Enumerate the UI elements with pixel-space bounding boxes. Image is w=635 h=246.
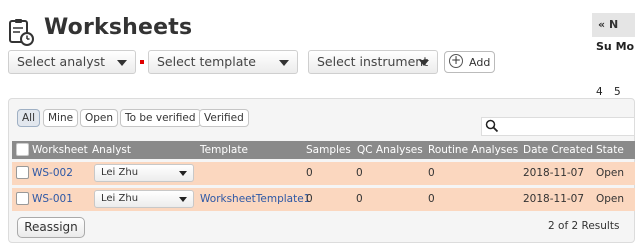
date-created: 2018-11-07 <box>523 167 585 179</box>
add-button-label: Add <box>469 56 491 69</box>
analyst-row-select[interactable]: Lei Zhu <box>94 164 194 182</box>
column-header-qc-analyses[interactable]: QC Analyses <box>357 144 423 156</box>
routine-analyses-count: 0 <box>428 167 435 179</box>
filter-verified-button[interactable]: Verified <box>199 109 249 127</box>
analyst-row-select-value: Lei Zhu <box>101 167 139 178</box>
results-count: 2 of 2 Results <box>548 220 620 232</box>
analyst-row-select[interactable]: Lei Zhu <box>94 190 194 208</box>
required-marker <box>140 60 144 64</box>
calendar-day[interactable]: 4 <box>596 86 614 98</box>
state-value: Open <box>596 167 625 179</box>
column-header-routine-analyses[interactable]: Routine Analyses <box>428 144 518 156</box>
template-select[interactable]: Select template <box>148 50 298 74</box>
instrument-select-label: Select instrument <box>317 54 429 69</box>
samples-count: 0 <box>306 167 313 179</box>
chevron-down-icon <box>117 60 127 66</box>
template-select-label: Select template <box>157 54 256 69</box>
calendar-month-label: N <box>608 18 619 31</box>
analyst-select[interactable]: Select analyst <box>8 50 136 74</box>
plus-circle-icon: + <box>449 53 463 68</box>
analyst-select-label: Select analyst <box>17 54 106 69</box>
state-value: Open <box>596 193 625 205</box>
column-header-state[interactable]: State <box>596 144 624 156</box>
page-title: Worksheets <box>44 15 193 40</box>
search-icon <box>485 119 499 133</box>
reassign-button[interactable]: Reassign <box>17 217 85 238</box>
filter-to-be-verified-button[interactable]: To be verified <box>120 109 201 127</box>
column-header-analyst[interactable]: Analyst <box>92 144 131 156</box>
table-row[interactable]: WS-002 Lei Zhu 0 0 0 2018-11-07 Open <box>12 162 635 185</box>
filter-open-button[interactable]: Open <box>80 109 119 127</box>
routine-analyses-count: 0 <box>428 193 435 205</box>
chevron-down-icon <box>179 171 187 176</box>
column-header-worksheet[interactable]: Worksheet <box>32 144 88 156</box>
template-link[interactable]: WorksheetTemplate1 <box>200 193 310 205</box>
chevron-down-icon <box>419 60 429 66</box>
filter-all-button[interactable]: All <box>17 109 41 127</box>
worksheet-clipboard-icon <box>9 19 34 46</box>
calendar-day-header: Mo <box>615 40 635 53</box>
chevron-down-icon <box>279 60 289 66</box>
calendar-week: 45 <box>596 86 632 98</box>
column-header-samples[interactable]: Samples <box>306 144 351 156</box>
select-all-checkbox[interactable] <box>16 143 29 156</box>
calendar-header: « N <box>592 13 635 37</box>
qc-analyses-count: 0 <box>356 193 363 205</box>
chevron-down-icon <box>179 197 187 202</box>
row-checkbox[interactable] <box>16 166 29 179</box>
analyst-row-select-value: Lei Zhu <box>101 193 139 204</box>
calendar-prev-button[interactable]: « <box>598 18 605 31</box>
table-header: Worksheet Analyst Template Samples QC An… <box>12 141 635 159</box>
row-checkbox[interactable] <box>16 192 29 205</box>
calendar-day-headers: Su Mo <box>596 40 634 53</box>
calendar-day[interactable]: 5 <box>614 86 632 98</box>
date-created: 2018-11-07 <box>523 193 585 205</box>
filter-mine-button[interactable]: Mine <box>43 109 79 127</box>
worksheet-link[interactable]: WS-001 <box>32 193 73 205</box>
column-header-date-created[interactable]: Date Created <box>523 144 593 156</box>
samples-count: 0 <box>306 193 313 205</box>
calendar-day-header: Su <box>596 40 612 53</box>
qc-analyses-count: 0 <box>356 167 363 179</box>
search-input[interactable] <box>481 117 635 136</box>
table-row[interactable]: WS-001 Lei Zhu WorksheetTemplate1 0 0 0 … <box>12 188 635 211</box>
instrument-select[interactable]: Select instrument <box>308 50 438 74</box>
column-header-template[interactable]: Template <box>200 144 248 156</box>
add-worksheet-button[interactable]: + Add <box>444 51 495 73</box>
worksheet-link[interactable]: WS-002 <box>32 167 73 179</box>
